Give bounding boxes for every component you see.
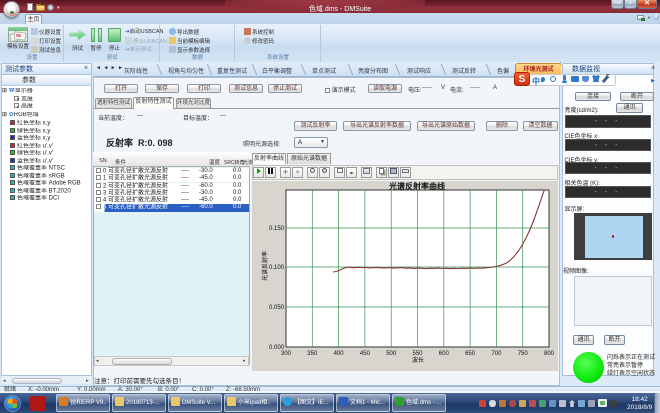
svg-text:波长: 波长: [412, 356, 424, 364]
svg-text:550: 550: [412, 351, 423, 357]
svg-text:500: 500: [386, 351, 397, 357]
svg-text:300: 300: [281, 351, 292, 357]
svg-text:600: 600: [439, 351, 450, 357]
svg-text:700: 700: [491, 351, 502, 357]
svg-text:0.100: 0.100: [269, 265, 285, 271]
svg-text:0.150: 0.150: [269, 226, 285, 232]
svg-text:350: 350: [307, 351, 318, 357]
svg-text:0.050: 0.050: [269, 305, 285, 311]
svg-text:800: 800: [544, 351, 555, 357]
svg-text:光谱反射率: 光谱反射率: [261, 251, 269, 281]
svg-text:750: 750: [518, 351, 529, 357]
svg-text:400: 400: [334, 351, 345, 357]
svg-text:650: 650: [465, 351, 476, 357]
svg-text:450: 450: [360, 351, 371, 357]
